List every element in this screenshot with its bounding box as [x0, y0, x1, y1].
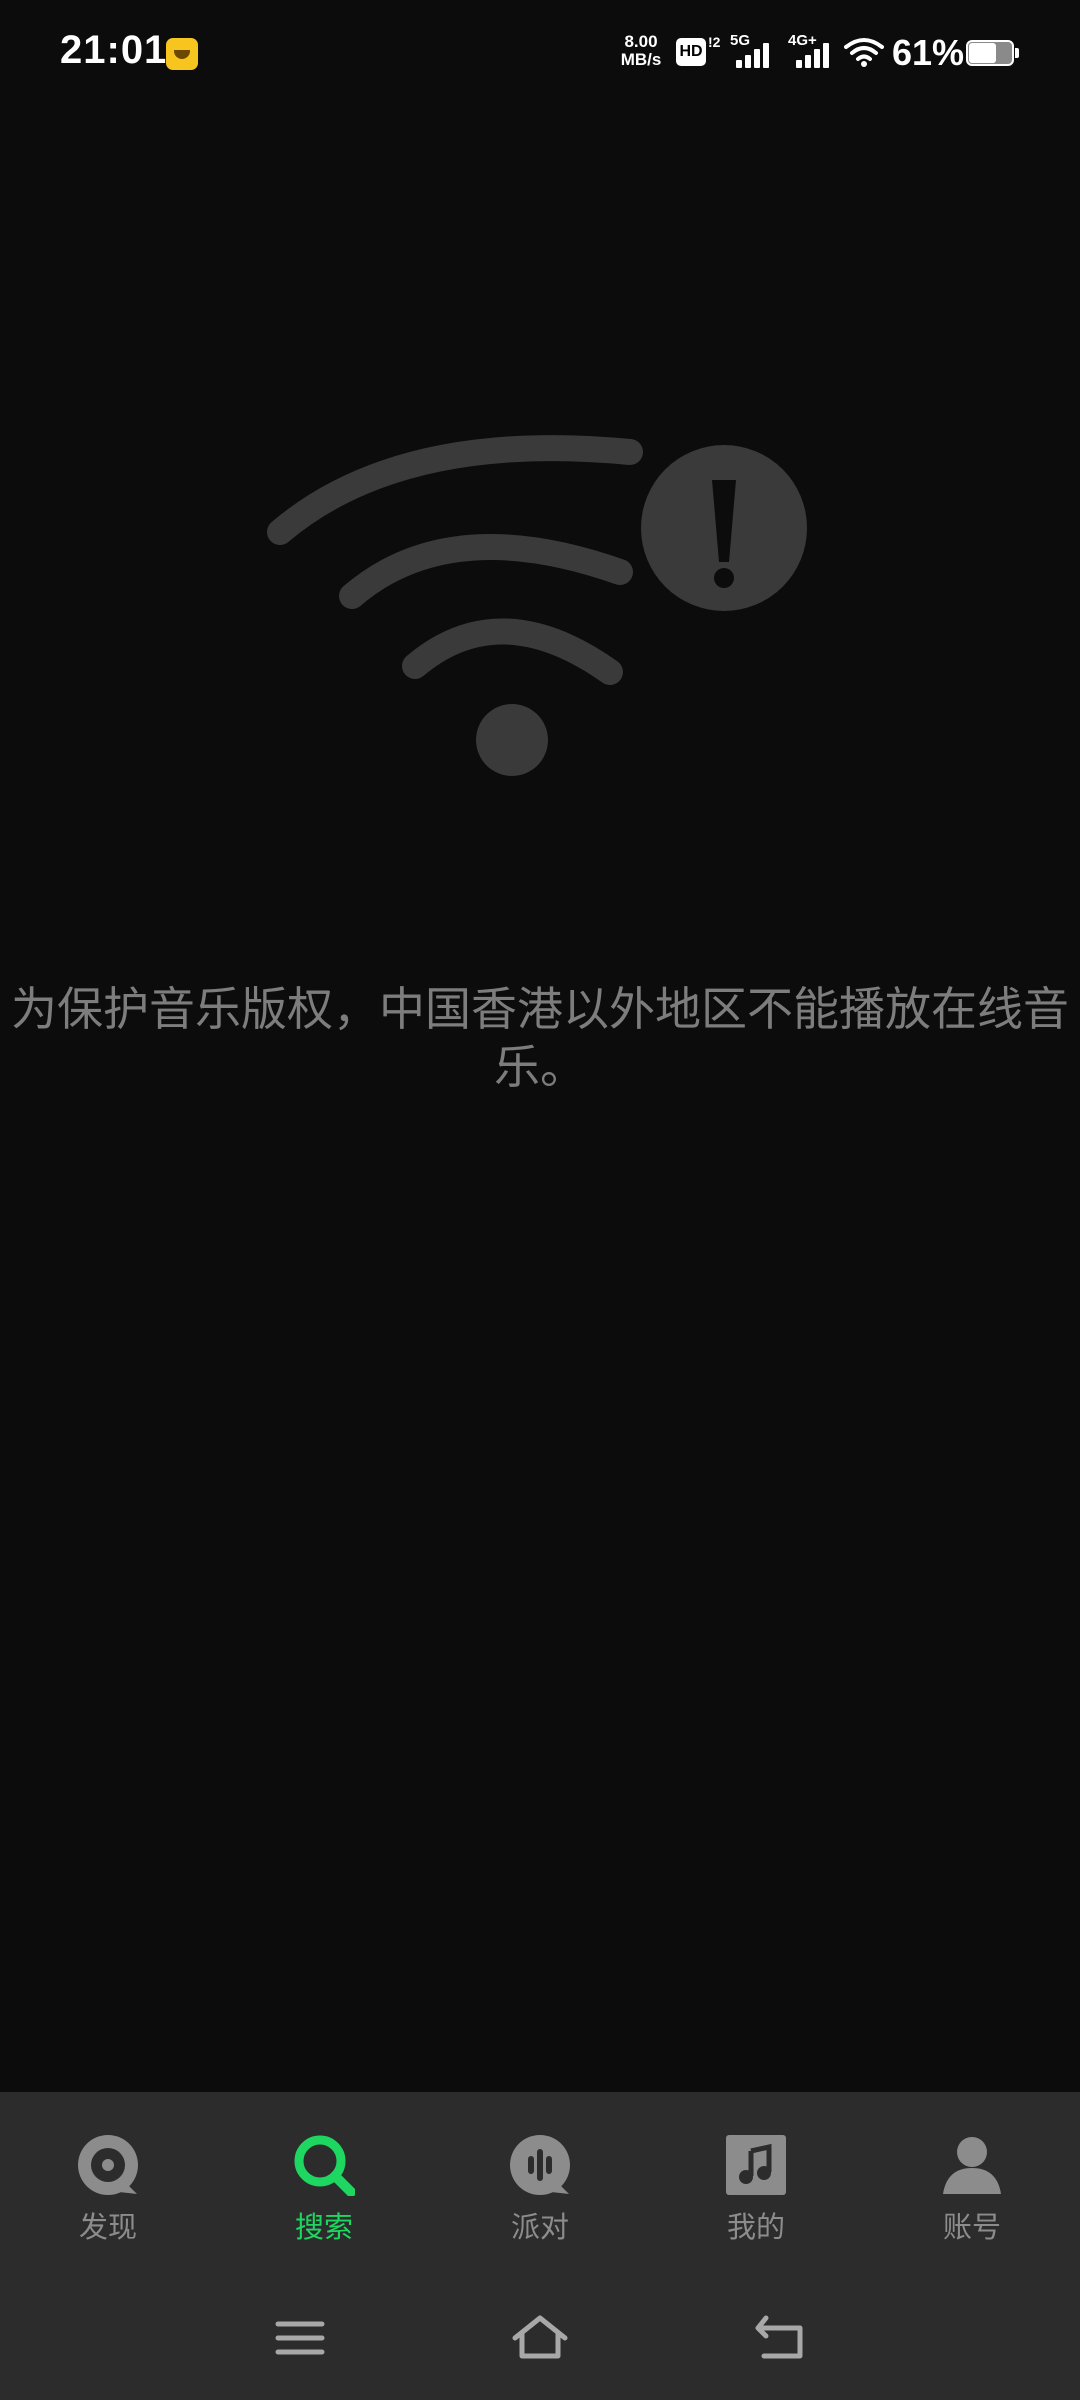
battery-fill	[969, 43, 996, 63]
nav-item-search[interactable]: 搜索	[216, 2092, 432, 2282]
person-icon	[943, 2137, 1001, 2194]
copyright-error-message: 为保护音乐版权，中国香港以外地区不能播放在线音乐。	[11, 982, 1069, 1094]
status-time: 21:01	[60, 28, 168, 72]
hd-voice-sub: !2	[708, 34, 721, 50]
sim1-signal-icon	[736, 40, 776, 68]
hd-voice-icon: HD	[676, 38, 706, 66]
search-icon	[294, 2135, 355, 2196]
nav-label-account: 账号	[942, 2210, 1001, 2244]
nav-label-search: 搜索	[294, 2210, 353, 2244]
no-network-icon	[267, 434, 818, 776]
battery-icon	[966, 40, 1014, 66]
battery-tip	[1015, 48, 1019, 58]
nav-label-discover: 发现	[78, 2210, 137, 2244]
back-icon[interactable]	[750, 2308, 810, 2368]
music-note-icon	[726, 2135, 786, 2195]
screen: 21:01 8.00 MB/s HD !2 5G 4G+ 61% 为保护音乐版权…	[0, 0, 1080, 2400]
system-nav-bar	[0, 2282, 1080, 2400]
home-icon[interactable]	[510, 2308, 570, 2368]
sim2-signal-icon	[796, 40, 836, 68]
nav-item-account[interactable]: 账号	[864, 2092, 1080, 2282]
bottom-nav: 发现 搜索 派对 我的 账号	[0, 2092, 1080, 2282]
nav-item-mine[interactable]: 我的	[648, 2092, 864, 2282]
nav-item-discover[interactable]: 发现	[0, 2092, 216, 2282]
network-speed-unit: MB/s	[620, 50, 662, 69]
wifi-status-icon	[844, 38, 884, 67]
disc-icon	[78, 2135, 138, 2195]
menu-icon[interactable]	[270, 2308, 330, 2368]
network-speed-value: 8.00	[624, 32, 658, 51]
app-notification-icon	[166, 38, 198, 70]
nav-label-party: 派对	[510, 2210, 569, 2244]
nav-item-party[interactable]: 派对	[432, 2092, 648, 2282]
status-bar: 21:01 8.00 MB/s HD !2 5G 4G+ 61%	[0, 0, 1080, 110]
network-speed: 8.00 MB/s	[614, 33, 668, 69]
party-icon	[510, 2135, 570, 2195]
battery-percent: 61%	[892, 32, 965, 73]
nav-label-mine: 我的	[726, 2210, 785, 2244]
